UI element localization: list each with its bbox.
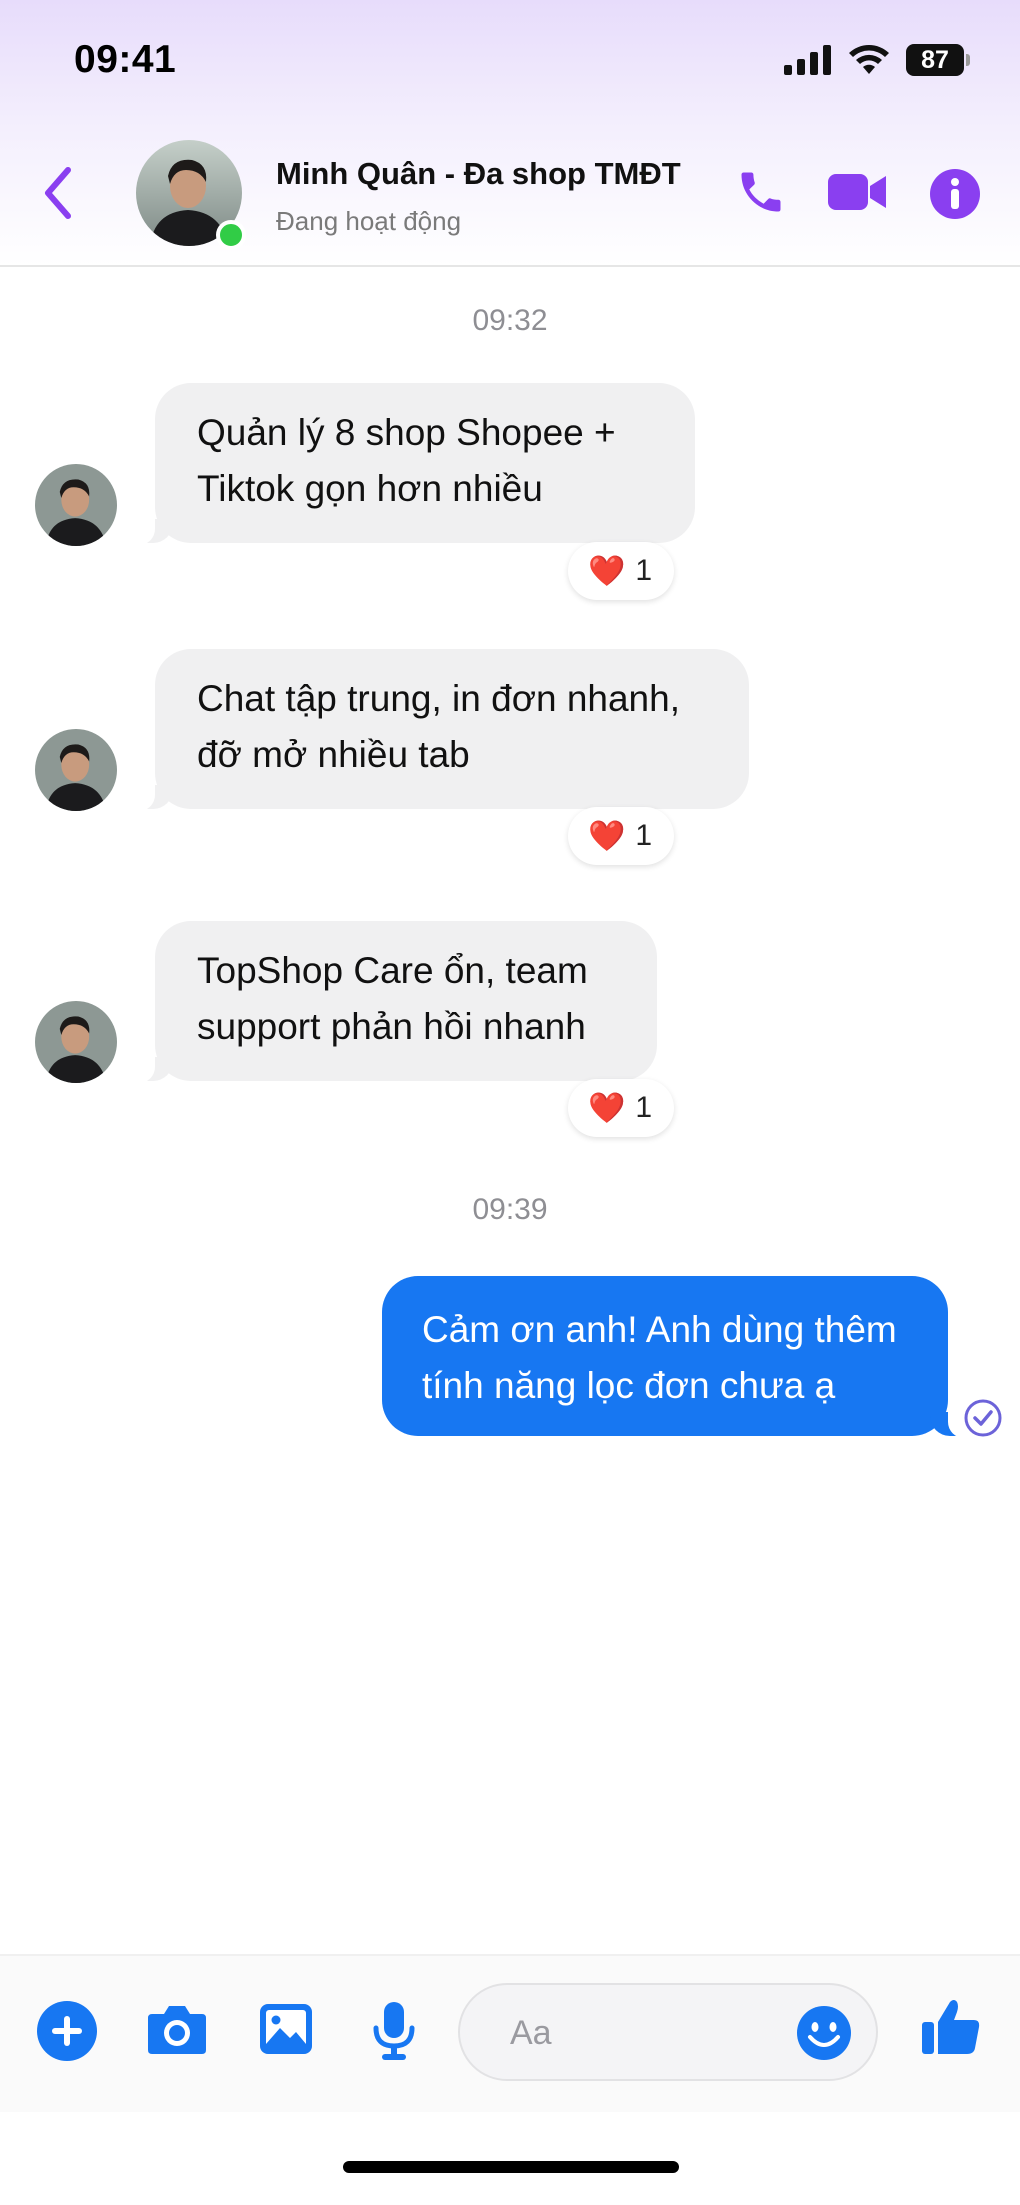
heart-reaction-icon: ❤️ [588, 554, 626, 588]
message-line: support phản hồi nhanh [197, 1006, 586, 1047]
info-icon[interactable] [929, 168, 981, 220]
phone-icon[interactable] [735, 166, 787, 218]
sender-avatar[interactable] [35, 1001, 117, 1083]
avatar-photo [35, 464, 117, 546]
reaction-badge[interactable]: ❤️ 1 [568, 1079, 675, 1137]
status-bar: 09:41 87 [0, 0, 1020, 120]
message-line: Quản lý 8 shop Shopee + [197, 412, 616, 453]
wifi-icon [849, 45, 889, 74]
reaction-badge[interactable]: ❤️ 1 [568, 542, 675, 600]
smiley-icon[interactable] [796, 2005, 852, 2061]
reaction-badge[interactable]: ❤️ 1 [568, 807, 675, 865]
sender-avatar[interactable] [35, 464, 117, 546]
message-input-box[interactable] [458, 1983, 878, 2081]
contact-activity-status: Đang hoạt động [276, 206, 462, 236]
incoming-message-bubble[interactable]: Quản lý 8 shop Shopee + Tiktok gọn hơn n… [133, 383, 695, 545]
message-line: đỡ mở nhiều tab [197, 734, 470, 775]
reaction-count: 1 [635, 1091, 653, 1124]
video-camera-icon[interactable] [826, 168, 890, 216]
battery-indicator: 87 [906, 44, 970, 76]
avatar-photo [35, 1001, 117, 1083]
check-circle-icon [964, 1399, 1002, 1437]
chevron-left-icon[interactable] [36, 164, 82, 222]
message-line: Chat tập trung, in đơn nhanh, [197, 678, 680, 719]
message-line: Cảm ơn anh! Anh dùng thêm [422, 1309, 897, 1350]
timestamp: 09:32 [472, 304, 548, 337]
plus-circle-icon[interactable] [36, 2000, 98, 2062]
incoming-message-bubble[interactable]: TopShop Care ổn, team support phản hồi n… [133, 921, 657, 1083]
thumbs-up-icon[interactable] [920, 1996, 982, 2058]
chat-header: Minh Quân - Đa shop TMĐT Đang hoạt động [0, 130, 1020, 266]
cellular-signal-icon [784, 45, 831, 75]
home-indicator [343, 2161, 679, 2173]
online-status-dot [216, 220, 246, 250]
status-time: 09:41 [74, 38, 177, 81]
message-line: TopShop Care ổn, team [197, 950, 588, 991]
message-composer [0, 1954, 1020, 2112]
message-line: tính năng lọc đơn chưa ạ [422, 1365, 836, 1406]
camera-icon[interactable] [146, 2002, 208, 2056]
microphone-icon[interactable] [370, 2000, 418, 2062]
header-divider [0, 265, 1020, 267]
reaction-count: 1 [635, 819, 653, 852]
heart-reaction-icon: ❤️ [588, 819, 626, 853]
image-icon[interactable] [258, 2002, 314, 2056]
avatar-photo [35, 729, 117, 811]
status-icons: 87 [784, 44, 970, 76]
timestamp: 09:39 [472, 1193, 548, 1226]
sender-avatar[interactable] [35, 729, 117, 811]
contact-name[interactable]: Minh Quân - Đa shop TMĐT [276, 156, 681, 192]
outgoing-message-bubble[interactable]: Cảm ơn anh! Anh dùng thêm tính năng lọc … [382, 1276, 970, 1438]
reaction-count: 1 [635, 554, 653, 587]
message-input[interactable] [508, 2007, 792, 2059]
message-line: Tiktok gọn hơn nhiều [197, 468, 543, 509]
heart-reaction-icon: ❤️ [588, 1091, 626, 1125]
incoming-message-bubble[interactable]: Chat tập trung, in đơn nhanh, đỡ mở nhiề… [133, 649, 749, 811]
